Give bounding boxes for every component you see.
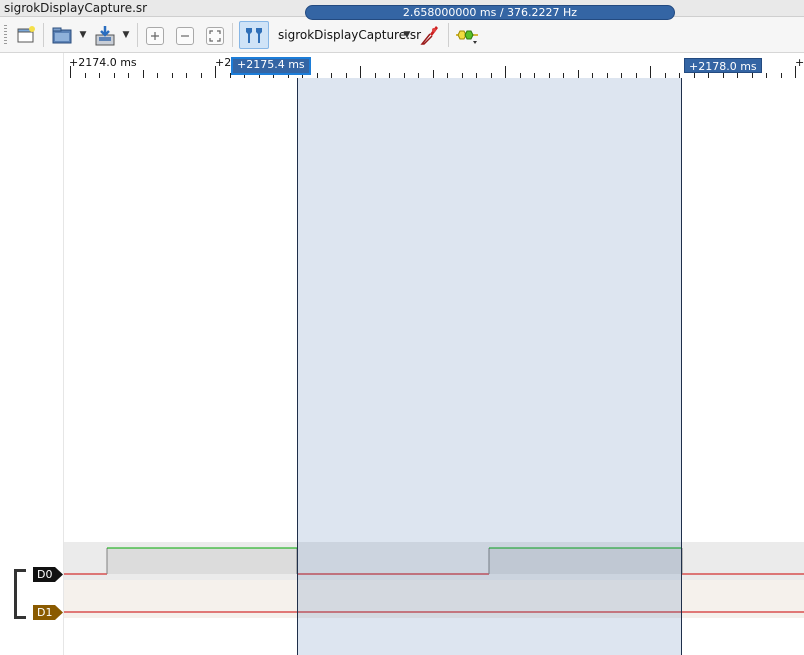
d0-high-fill [107,548,297,574]
zoom-fit-icon [206,27,224,45]
open-button[interactable] [50,24,74,46]
ruler-tick [70,66,71,78]
ruler-tick [795,66,796,78]
device-name: sigrokDisplayCapture.sr [278,28,422,42]
chevron-down-icon: ▼ [122,30,130,40]
ruler-label: +2 [795,56,804,69]
device-selector[interactable]: sigrokDisplayCapture.sr [278,26,421,44]
zoom-fit-button[interactable] [205,26,225,46]
ruler-tick [215,66,216,78]
channel-d1-label[interactable]: D1 [33,605,55,620]
save-button[interactable] [92,24,118,48]
cursor-selection-region[interactable] [297,78,682,655]
ruler-tick [505,66,506,78]
channel-group-bracket [14,569,26,619]
zoom-in-button[interactable] [145,26,165,46]
save-dropdown-button[interactable]: ▼ [121,30,131,40]
ruler-tick [577,70,579,78]
cursor-left-label: +2175.4 ms [237,58,305,71]
ruler-tick [432,70,434,78]
cursor-icon [246,28,262,43]
save-icon [95,26,115,46]
device-dropdown-icon: ▼ [403,30,411,40]
new-session-icon [17,26,35,43]
device-dropdown-button[interactable]: ▼ [402,30,412,40]
toolbar-grip[interactable] [4,25,7,45]
decoder-icon [456,30,478,44]
chevron-down-icon: ▼ [79,30,87,40]
ruler-tick [650,66,651,78]
open-dropdown-button[interactable]: ▼ [78,30,88,40]
channel-d1-name: D1 [37,606,53,619]
zoom-out-icon [176,27,194,45]
measurement-label: 2.658000000 ms / 376.2227 Hz [402,6,578,19]
main-toolbar: ▼ ▼ sigrokDisplayCapture.sr ▼ [0,17,804,53]
add-decoder-button[interactable] [453,25,481,47]
channel-d1-arrow [55,605,63,620]
pulseview-window: sigrokDisplayCapture.sr ▼ ▼ sigrokDispla… [0,0,804,655]
new-session-button[interactable] [15,24,37,46]
channel-d0-arrow [55,567,63,582]
cursor-left-flag[interactable]: +2175.4 ms [231,57,311,75]
channel-d0-label[interactable]: D0 [33,567,55,582]
channel-d0-name: D0 [37,568,53,581]
cursor-right-flag[interactable]: +2178.0 ms [684,58,762,73]
probe-config-button[interactable] [417,23,441,47]
ruler-tick [142,70,144,78]
zoom-out-button[interactable] [175,26,195,46]
zoom-in-icon [146,27,164,45]
cursor-right-label: +2178.0 ms [689,60,757,73]
probe-icon [420,26,438,45]
channel-header-panel [0,53,64,655]
show-cursors-button[interactable] [239,21,269,49]
window-title: sigrokDisplayCapture.sr [4,1,148,15]
ruler-label: +2174.0 ms [69,56,137,69]
ruler-tick [360,66,361,78]
open-icon [52,27,72,44]
ruler-label: +2 [215,56,232,69]
cursor-measurement[interactable]: 2.658000000 ms / 376.2227 Hz [305,5,675,20]
